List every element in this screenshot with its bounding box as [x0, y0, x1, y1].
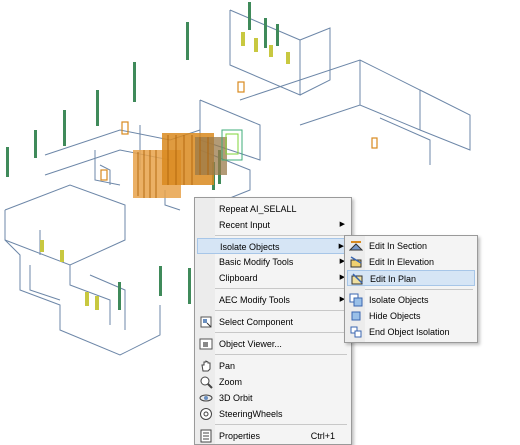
menu-item-pan[interactable]: Pan	[197, 358, 349, 374]
menu-item-basic-modify-tools[interactable]: Basic Modify Tools ▶	[197, 254, 349, 270]
menu-item-label: Isolate Objects	[220, 242, 280, 252]
menu-separator	[215, 235, 347, 236]
edit-elevation-icon	[350, 256, 362, 268]
menu-item-label: AEC Modify Tools	[219, 295, 290, 305]
menu-item-label: SteeringWheels	[219, 409, 283, 419]
building-wing-top-right	[199, 9, 471, 165]
submenu-item-label: Edit In Elevation	[369, 257, 435, 267]
submenu-item-label: Hide Objects	[369, 311, 421, 321]
menu-item-label: Basic Modify Tools	[219, 257, 294, 267]
menu-item-aec-modify-tools[interactable]: AEC Modify Tools ▶	[197, 292, 349, 308]
menu-item-steeringwheels[interactable]: SteeringWheels	[197, 406, 349, 422]
menu-item-properties[interactable]: Properties Ctrl+1	[197, 428, 349, 444]
edit-plan-icon	[351, 273, 363, 285]
pan-hand-icon	[201, 360, 211, 372]
submenu-item-edit-in-section[interactable]: Edit In Section	[347, 238, 475, 254]
menu-item-label: Properties	[219, 431, 261, 441]
submenu-arrow-icon: ▶	[339, 221, 345, 228]
menu-item-zoom[interactable]: Zoom	[197, 374, 349, 390]
submenu-item-isolate-objects[interactable]: Isolate Objects	[347, 292, 475, 308]
menu-item-label: Zoom	[219, 377, 243, 387]
menu-separator	[215, 310, 347, 311]
submenu-item-label: End Object Isolation	[369, 327, 450, 337]
menu-item-clipboard[interactable]: Clipboard ▶	[197, 270, 349, 286]
steering-wheel-icon	[200, 408, 212, 420]
menu-separator	[215, 354, 347, 355]
submenu-item-edit-in-elevation[interactable]: Edit In Elevation	[347, 254, 475, 270]
menu-separator	[215, 332, 347, 333]
submenu-item-end-object-isolation[interactable]: End Object Isolation	[347, 324, 475, 340]
menu-item-label: 3D Orbit	[219, 393, 253, 403]
submenu-item-label: Edit In Plan	[370, 274, 417, 284]
submenu-item-edit-in-plan[interactable]: Edit In Plan	[347, 270, 475, 286]
menu-item-3d-orbit[interactable]: 3D Orbit	[197, 390, 349, 406]
submenu-item-label: Edit In Section	[369, 241, 428, 251]
menu-separator	[215, 424, 347, 425]
menu-item-shortcut: Ctrl+1	[310, 431, 335, 441]
menu-item-recent-input[interactable]: Recent Input ▶	[197, 217, 349, 233]
menu-item-select-component[interactable]: Select Component	[197, 314, 349, 330]
menu-separator	[215, 288, 347, 289]
zoom-icon	[200, 376, 213, 389]
menu-item-label: Recent Input	[219, 220, 271, 230]
furniture-cluster	[133, 129, 243, 198]
select-component-icon	[200, 316, 212, 328]
object-viewer-icon	[199, 338, 213, 350]
orbit-icon	[199, 394, 213, 402]
menu-item-label: Select Component	[219, 317, 294, 327]
menu-item-isolate-objects[interactable]: Isolate Objects ▶	[197, 238, 349, 254]
menu-separator	[365, 289, 473, 290]
menu-item-label: Clipboard	[219, 273, 258, 283]
menu-item-label: Object Viewer...	[219, 339, 282, 349]
submenu-item-hide-objects[interactable]: Hide Objects	[347, 308, 475, 324]
end-isolation-icon	[350, 326, 362, 338]
hide-objects-icon	[351, 311, 361, 321]
building-wing-bottom-left	[4, 184, 161, 356]
edit-section-icon	[349, 241, 363, 251]
properties-icon	[200, 429, 212, 443]
menu-item-label: Repeat AI_SELALL	[219, 204, 297, 214]
submenu-item-label: Isolate Objects	[369, 295, 429, 305]
isolate-objects-icon	[349, 293, 363, 307]
menu-item-repeat-ai-selall[interactable]: Repeat AI_SELALL	[197, 201, 349, 217]
context-menu: Repeat AI_SELALL Recent Input ▶ Isolate …	[194, 197, 352, 445]
menu-item-label: Pan	[219, 361, 236, 371]
isolate-objects-submenu: Edit In Section Edit In Elevation Edit I…	[344, 235, 478, 343]
menu-item-object-viewer[interactable]: Object Viewer...	[197, 336, 349, 352]
